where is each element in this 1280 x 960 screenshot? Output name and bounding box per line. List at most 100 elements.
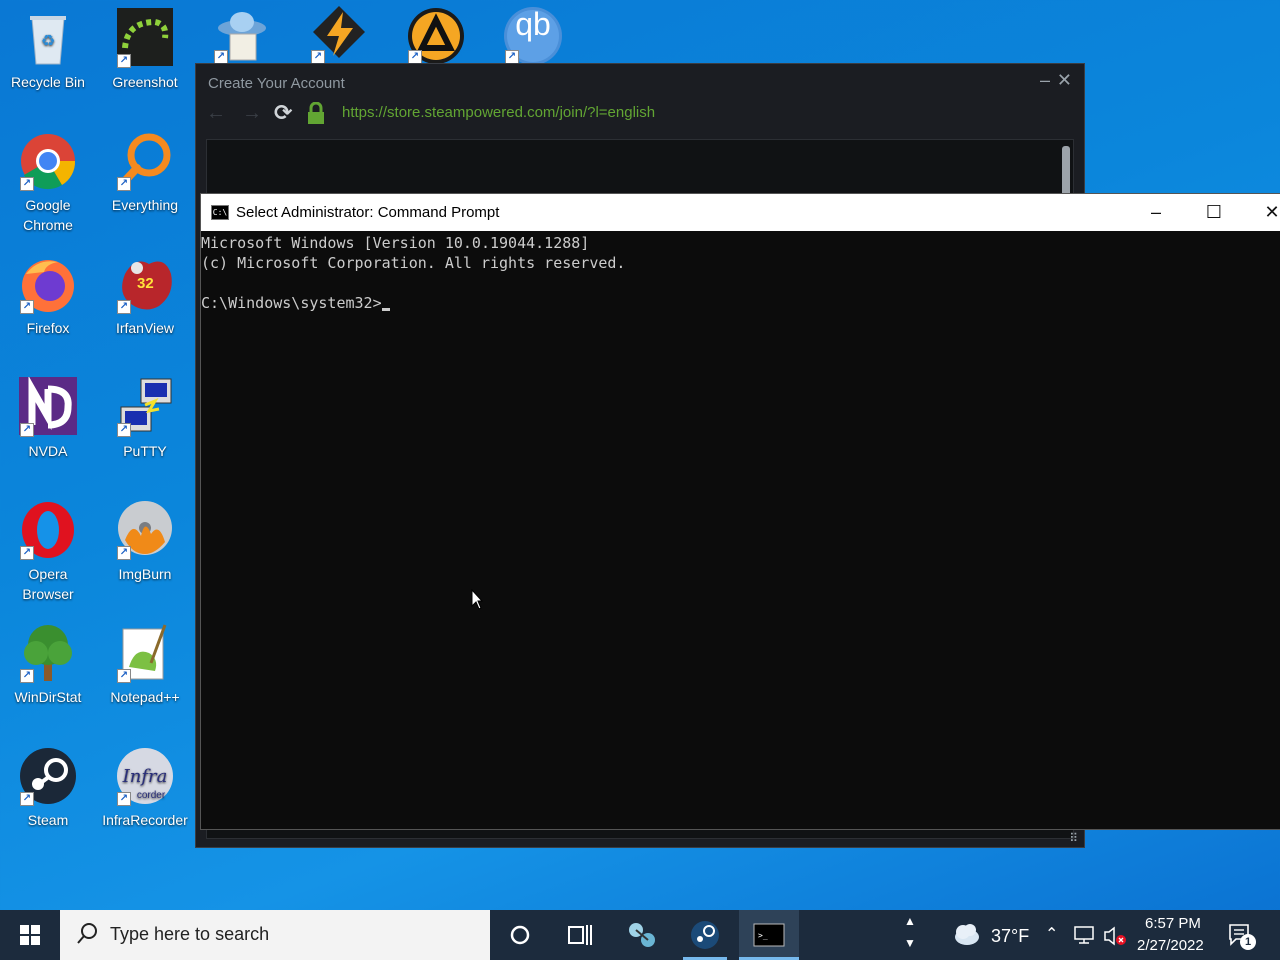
cmd-console[interactable]: Microsoft Windows [Version 10.0.19044.12… <box>201 231 1280 829</box>
desktop-icon-winamp[interactable]: ↗ <box>291 4 387 68</box>
clock-date[interactable]: 2/27/2022 <box>1137 937 1204 954</box>
reload-icon[interactable]: ⟳ <box>274 100 292 126</box>
desktop-icon-nvda[interactable]: ↗ NVDA <box>0 375 96 461</box>
desktop-icon-notepadpp[interactable]: ↗ Notepad++ <box>97 623 193 707</box>
desktop-icon-label: IrfanView <box>115 320 175 336</box>
desktop-icon-label: NVDA <box>28 443 68 459</box>
task-view-icon <box>568 925 592 945</box>
desktop-icon-aimp[interactable]: ↗ <box>388 4 484 68</box>
desktop-icon-label: ImgBurn <box>118 566 172 582</box>
forward-arrow-icon[interactable]: → <box>242 102 262 125</box>
chrome-icon: ↗ <box>18 131 78 191</box>
desktop-icon-irfanview[interactable]: 32 ↗ IrfanView <box>97 254 193 338</box>
desktop-icon-qbittorrent[interactable]: qb ↗ <box>485 4 581 68</box>
svg-text:♻: ♻ <box>41 33 55 50</box>
desktop-icon-label: Firefox <box>26 320 70 336</box>
desktop-icon-label: PuTTY <box>123 443 167 459</box>
shortcut-arrow-icon: ↗ <box>20 300 34 314</box>
search-placeholder: Type here to search <box>110 924 270 944</box>
taskbar: Type here to search >_ ▲ ▼ 37°F ⌃ 6:57 PM… <box>0 910 1280 960</box>
ufo-app-icon: ↗ <box>212 4 272 64</box>
desktop-icon-label: Everything <box>111 197 179 213</box>
shortcut-arrow-icon: ↗ <box>214 50 228 64</box>
shortcut-arrow-icon: ↗ <box>20 177 34 191</box>
firefox-icon: ↗ <box>18 254 78 314</box>
volume-muted-icon[interactable] <box>1103 925 1127 952</box>
recycle-bin-icon: ♻ <box>18 8 78 68</box>
task-view-button[interactable] <box>552 910 608 960</box>
cmd-window-title: Select Administrator: Command Prompt <box>236 204 500 221</box>
desktop-icon-label: Greenshot <box>112 74 178 90</box>
taskbar-app-steam[interactable] <box>677 910 733 960</box>
shortcut-arrow-icon: ↗ <box>311 50 325 64</box>
desktop-icon-label: Steam <box>27 812 69 828</box>
desktop-icon-steam[interactable]: ↗ Steam <box>0 746 96 830</box>
back-arrow-icon[interactable]: ← <box>206 102 226 125</box>
infrarecorder-icon: Infra corder ↗ <box>115 746 175 806</box>
qbittorrent-icon: qb ↗ <box>503 4 563 65</box>
cmd-taskbar-icon: >_ <box>753 923 785 947</box>
desktop-icon-label: Opera Browser <box>22 566 74 602</box>
desktop-icon-imgburn[interactable]: ↗ ImgBurn <box>97 500 193 584</box>
cmd-title-bar[interactable]: C:\ Select Administrator: Command Prompt… <box>201 194 1280 231</box>
cortana-button[interactable] <box>492 910 548 960</box>
svg-text:corder: corder <box>137 790 166 801</box>
notepadpp-icon: ↗ <box>115 623 175 683</box>
taskbar-scroll-arrows[interactable]: ▲ ▼ <box>900 910 920 960</box>
desktop-icon-label: Google Chrome <box>23 197 73 233</box>
desktop-icon-label: WinDirStat <box>14 689 82 705</box>
steam-nav-bar: ← → ⟳ https://store.steampowered.com/joi… <box>196 98 1084 134</box>
taskbar-app-cmd[interactable]: >_ <box>739 910 799 960</box>
steam-close-button[interactable]: ✕ <box>1057 70 1072 91</box>
taskbar-app-network[interactable] <box>614 910 670 960</box>
taskbar-search-box[interactable]: Type here to search <box>60 910 490 960</box>
steam-minimize-button[interactable]: – <box>1040 70 1050 91</box>
cmd-close-button[interactable]: ✕ <box>1243 194 1280 231</box>
desktop-icon-recycle-bin[interactable]: ♻ Recycle Bin <box>0 8 96 92</box>
desktop-icon-infrarecorder[interactable]: Infra corder ↗ InfraRecorder <box>97 746 193 830</box>
clock-time[interactable]: 6:57 PM <box>1145 915 1201 932</box>
imgburn-icon: ↗ <box>115 500 175 560</box>
notification-count-badge: 1 <box>1240 934 1256 950</box>
resize-grip-icon[interactable]: ⠿ <box>1069 831 1078 845</box>
shortcut-arrow-icon: ↗ <box>117 300 131 314</box>
winamp-icon: ↗ <box>309 4 369 64</box>
qbittorrent-label: qb <box>515 6 551 42</box>
shortcut-arrow-icon: ↗ <box>117 423 131 437</box>
console-prompt: C:\Windows\system32> <box>201 294 382 312</box>
greenshot-icon: ↗ <box>115 8 175 68</box>
opera-icon: ↗ <box>18 500 78 560</box>
desktop-icon-opera[interactable]: ↗ Opera Browser <box>0 500 96 604</box>
cmd-minimize-button[interactable]: – <box>1127 194 1185 231</box>
shortcut-arrow-icon: ↗ <box>117 792 131 806</box>
chevron-up-icon[interactable]: ⌃ <box>1045 924 1058 944</box>
svg-text:Infra: Infra <box>122 766 168 787</box>
svg-text:>_: >_ <box>758 931 768 940</box>
windirstat-icon: ↗ <box>18 623 78 683</box>
desktop-icon-firefox[interactable]: ↗ Firefox <box>0 254 96 338</box>
network-icon[interactable] <box>1073 925 1095 950</box>
text-cursor <box>381 308 390 311</box>
shortcut-arrow-icon: ↗ <box>117 546 131 560</box>
cortana-circle-icon <box>510 925 530 945</box>
desktop-icon-everything[interactable]: ↗ Everything <box>97 131 193 215</box>
start-button[interactable] <box>0 910 60 960</box>
shortcut-arrow-icon: ↗ <box>20 792 34 806</box>
windows-logo-icon <box>20 925 40 945</box>
desktop-icon-google-chrome[interactable]: ↗ Google Chrome <box>0 131 96 235</box>
desktop-icon-ufo-app[interactable]: ↗ <box>194 4 290 68</box>
everything-icon: ↗ <box>115 131 175 191</box>
weather-temperature[interactable]: 37°F <box>991 926 1029 947</box>
weather-cloud-icon[interactable] <box>951 921 981 952</box>
steam-window-title: Create Your Account <box>208 75 345 92</box>
desktop-icon-windirstat[interactable]: ↗ WinDirStat <box>0 623 96 707</box>
cmd-maximize-button[interactable]: ☐ <box>1185 194 1243 231</box>
desktop-icon-greenshot[interactable]: ↗ Greenshot <box>97 8 193 92</box>
console-line: Microsoft Windows [Version 10.0.19044.12… <box>201 234 590 252</box>
steam-url[interactable]: https://store.steampowered.com/join/?l=e… <box>342 104 655 121</box>
desktop-icon-putty[interactable]: ↗ PuTTY <box>97 377 193 461</box>
desktop-icon-label: Notepad++ <box>110 689 180 705</box>
steam-scrollbar[interactable] <box>1062 146 1070 196</box>
irfanview-badge: 32 <box>137 275 154 292</box>
